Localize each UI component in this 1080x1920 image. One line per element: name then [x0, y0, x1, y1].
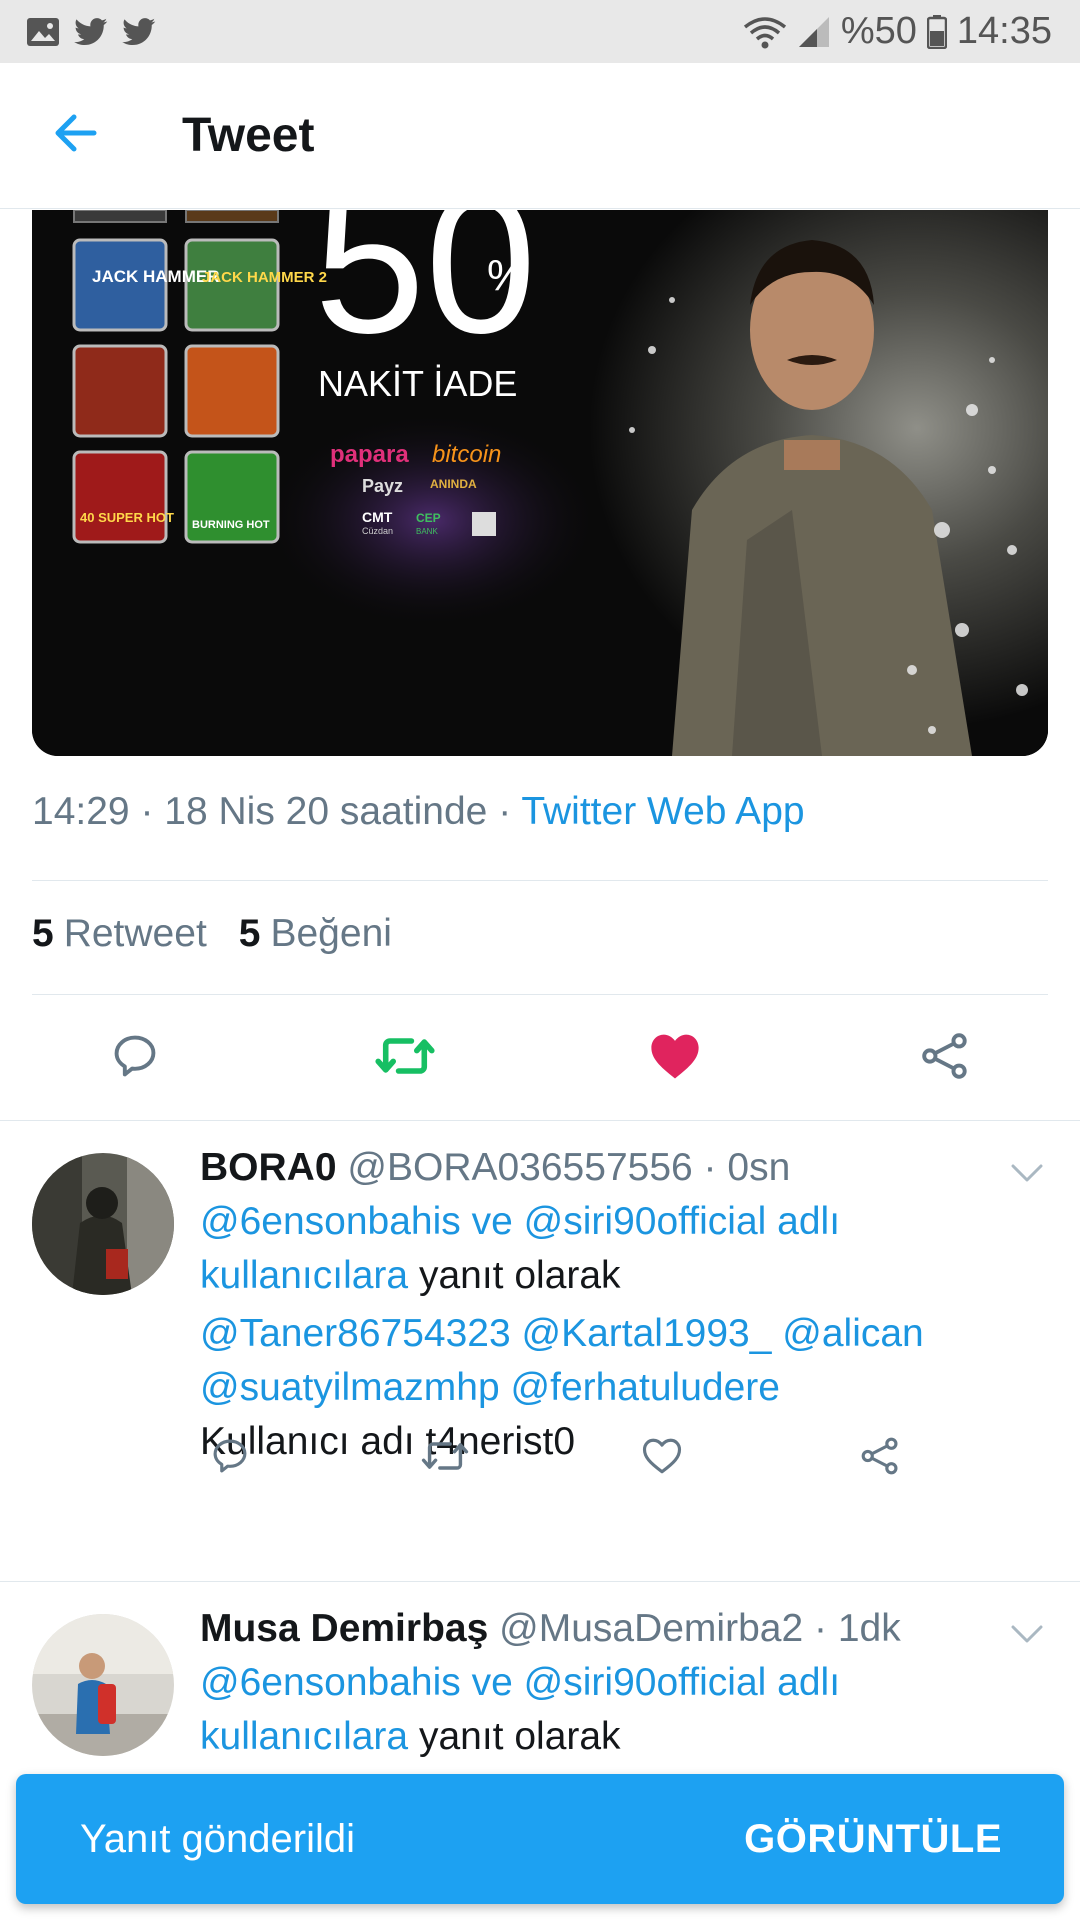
image-icon: [26, 17, 60, 47]
retweets-stat[interactable]: 5 Retweet: [32, 912, 207, 956]
twitter-icon: [74, 17, 108, 46]
mentions-line[interactable]: @Taner86754323 @Kartal1993_ @alican: [200, 1307, 1020, 1361]
twitter-icon: [122, 17, 156, 46]
tweet-date: 18 Nis 20 saatinde: [164, 790, 488, 833]
reply-context-suffix: yanıt olarak: [418, 1715, 621, 1758]
retweet-icon: [375, 1030, 435, 1087]
user-name[interactable]: BORA0: [200, 1146, 337, 1189]
payment-logo: BANK: [416, 527, 438, 536]
like-button[interactable]: [632, 1015, 718, 1101]
user-handle[interactable]: @BORA036557556: [347, 1146, 692, 1189]
signal-icon: [797, 15, 831, 49]
retweet-icon: [421, 1435, 469, 1482]
divider: [32, 880, 1048, 881]
status-left: [26, 17, 156, 47]
reply-context-and[interactable]: ve: [472, 1661, 513, 1704]
mention-link[interactable]: @6ensonbahis: [200, 1200, 461, 1243]
status-time: 14:35: [956, 10, 1052, 52]
retweet-button[interactable]: [362, 1015, 448, 1101]
mention-link[interactable]: @siri90official: [524, 1200, 767, 1243]
game-tile-label: 40 SUPER HOT: [80, 510, 174, 525]
reply-body: Musa Demirbaş @MusaDemirba2 · 1dk @6enso…: [200, 1604, 1020, 1764]
like-count: 5: [238, 912, 261, 955]
tweet-stats: 5 Retweet 5 Beğeni: [32, 912, 392, 956]
tweet-actions: [0, 1015, 1080, 1101]
promo-percent-sign: %: [487, 251, 526, 300]
game-tile-label: JACK HAMMER: [92, 267, 220, 286]
promo-headline: NAKİT İADE: [318, 363, 517, 404]
reply-time: 0sn: [727, 1146, 791, 1189]
reply-button[interactable]: [200, 1428, 260, 1488]
page-title: Tweet: [182, 109, 315, 162]
heart-filled-icon: [648, 1031, 702, 1086]
user-name[interactable]: Musa Demirbaş: [200, 1607, 488, 1650]
payment-logo: papara: [330, 441, 409, 468]
meta-separator: ·: [703, 1146, 717, 1189]
reply-actions: [200, 1428, 920, 1488]
battery-icon: [926, 14, 947, 49]
tweet-media-image[interactable]: JACK HAMMER JACK HAMMER 2 40 SUPER HOT B…: [32, 210, 1048, 756]
reply-tweet[interactable]: Musa Demirbaş @MusaDemirba2 · 1dk @6enso…: [0, 1582, 1080, 1782]
mention-link[interactable]: @6ensonbahis: [200, 1661, 461, 1704]
payment-logo: bitcoin: [432, 441, 501, 468]
meta-separator: ·: [814, 1607, 827, 1650]
retweet-count: 5: [32, 912, 54, 955]
reply-tweet[interactable]: BORA0 @BORA036557556 · 0sn @6ensonbahis …: [0, 1121, 1080, 1581]
share-icon: [919, 1030, 971, 1087]
mention-link[interactable]: @siri90official: [524, 1661, 767, 1704]
app-bar: Tweet: [0, 63, 1080, 209]
mentions-line[interactable]: @suatyilmazmhp @ferhatuludere: [200, 1361, 1020, 1415]
retweet-button[interactable]: [415, 1428, 475, 1488]
status-right: %50 14:35: [743, 10, 1052, 53]
reply-time: 1dk: [837, 1607, 901, 1650]
arrow-left-icon: [52, 113, 98, 158]
retweet-label: Retweet: [63, 912, 207, 955]
reply-body: BORA0 @BORA036557556 · 0sn @6ensonbahis …: [200, 1143, 1020, 1469]
reply-icon: [209, 1435, 251, 1482]
reply-icon: [109, 1030, 161, 1087]
avatar[interactable]: [32, 1153, 174, 1295]
payment-logo: Payz: [362, 476, 403, 496]
game-tile-label: BURNING HOT: [192, 519, 270, 531]
payment-logo: CMT: [362, 509, 393, 525]
wifi-icon: [743, 15, 787, 49]
game-tile-label: JACK HAMMER 2: [202, 269, 327, 286]
share-icon: [859, 1435, 901, 1482]
heart-icon: [641, 1436, 683, 1481]
meta-separator: ·: [140, 790, 154, 833]
payment-logo: Cüzdan: [362, 526, 393, 536]
tweet-meta: 14:29 · 18 Nis 20 saatinde · Twitter Web…: [32, 790, 805, 834]
reply-context-suffix: yanıt olarak: [418, 1254, 621, 1297]
payment-logo: ANINDA: [430, 477, 477, 491]
avatar[interactable]: [32, 1614, 174, 1756]
snackbar-view-button[interactable]: GÖRÜNTÜLE: [744, 1817, 1002, 1862]
likes-stat[interactable]: 5 Beğeni: [239, 912, 392, 956]
reply-context-and[interactable]: ve: [472, 1200, 513, 1243]
divider: [32, 994, 1048, 995]
back-button[interactable]: [38, 99, 112, 173]
reply-button[interactable]: [92, 1015, 178, 1101]
reply-header: BORA0 @BORA036557556 · 0sn: [200, 1143, 1020, 1193]
user-handle[interactable]: @MusaDemirba2: [499, 1607, 803, 1650]
payment-logo: CEP: [416, 511, 441, 525]
share-button[interactable]: [902, 1015, 988, 1101]
status-bar: %50 14:35: [0, 0, 1080, 63]
reply-context: @6ensonbahis ve @siri90official adlı kul…: [200, 1656, 1020, 1764]
tweet-source-link[interactable]: Twitter Web App: [521, 790, 804, 833]
snackbar: Yanıt gönderildi GÖRÜNTÜLE: [16, 1774, 1064, 1904]
tweet-time: 14:29: [32, 790, 130, 833]
reply-header: Musa Demirbaş @MusaDemirba2 · 1dk: [200, 1604, 1020, 1654]
share-button[interactable]: [850, 1428, 910, 1488]
like-button[interactable]: [632, 1428, 692, 1488]
meta-separator: ·: [498, 790, 512, 833]
reply-context: @6ensonbahis ve @siri90official adlı kul…: [200, 1195, 1020, 1303]
battery-percent: %50: [840, 10, 917, 52]
like-label: Beğeni: [270, 912, 392, 955]
snackbar-message: Yanıt gönderildi: [80, 1816, 355, 1861]
